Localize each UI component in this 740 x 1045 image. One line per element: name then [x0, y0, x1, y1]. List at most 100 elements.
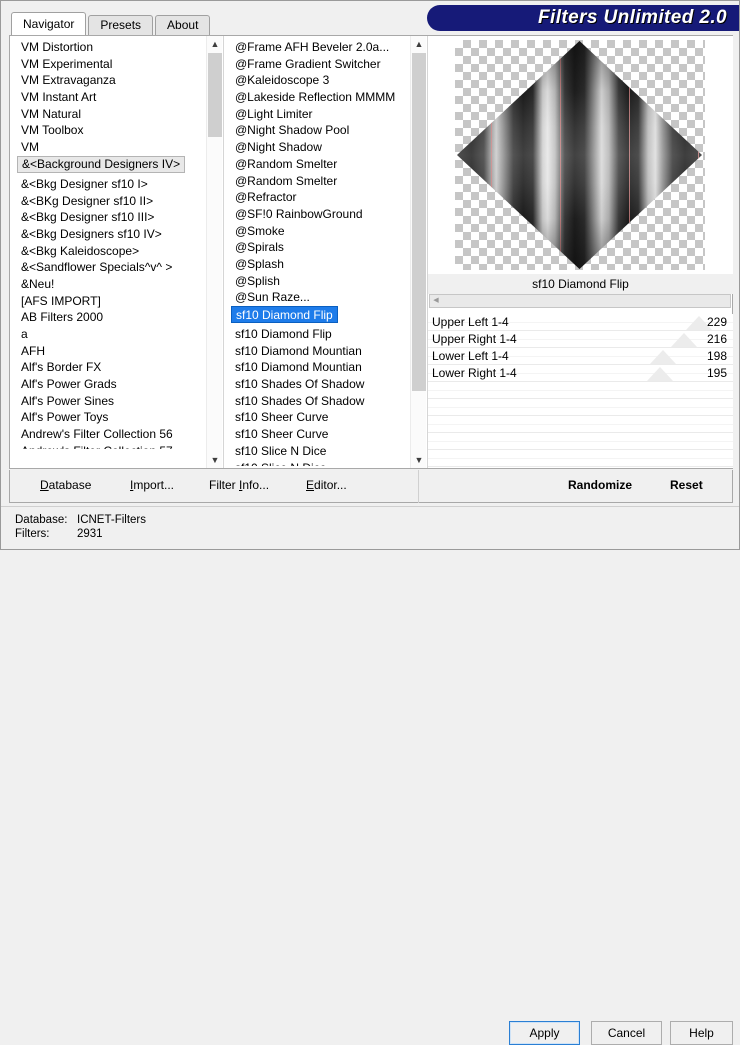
- slider-track: [428, 458, 733, 459]
- filter-item[interactable]: sf10 Diamond Flip: [231, 306, 338, 323]
- parameter-row-empty: [428, 382, 733, 399]
- scrollbar-thumb[interactable]: [208, 53, 222, 137]
- slider-thumb[interactable]: [671, 333, 698, 347]
- filter-item[interactable]: @Sun Raze...: [232, 289, 409, 306]
- filter-item[interactable]: @Kaleidoscope 3: [232, 72, 409, 89]
- category-item[interactable]: &<Sandflower Specials^v^ >: [18, 259, 205, 276]
- category-item[interactable]: [AFS IMPORT]: [18, 293, 205, 310]
- parameter-row[interactable]: Lower Right 1-4 195: [428, 365, 733, 382]
- scroll-left-icon[interactable]: ◀: [431, 296, 441, 306]
- parameter-row[interactable]: Lower Left 1-4 198: [428, 348, 733, 365]
- editor-button[interactable]: Editor...: [306, 478, 347, 492]
- parameter-row[interactable]: Upper Right 1-4 216: [428, 331, 733, 348]
- scroll-down-icon[interactable]: ▼: [207, 452, 222, 468]
- preview-horizontal-scrollbar[interactable]: ◀: [429, 294, 731, 308]
- category-item[interactable]: Alf's Power Toys: [18, 409, 205, 426]
- filter-item[interactable]: @Refractor: [232, 189, 409, 206]
- category-list-scrollbar[interactable]: ▲ ▼: [206, 36, 222, 468]
- filter-list-items: @Frame AFH Beveler 2.0a... @Frame Gradien…: [224, 39, 409, 466]
- parameter-label: Upper Right 1-4: [432, 332, 517, 346]
- tab-about[interactable]: About: [155, 15, 211, 35]
- reset-button[interactable]: Reset: [670, 478, 703, 492]
- randomize-button[interactable]: Randomize: [568, 478, 632, 492]
- app-title: Filters Unlimited 2.0: [538, 7, 727, 28]
- parameter-value: 216: [706, 332, 727, 346]
- category-item[interactable]: VM Toolbox: [18, 122, 205, 139]
- category-item[interactable]: Andrew's Filter Collection 57: [18, 443, 205, 449]
- filter-item[interactable]: @Night Shadow: [232, 139, 409, 156]
- status-filters-value: 2931: [77, 528, 103, 540]
- tab-presets-label: Presets: [100, 18, 142, 32]
- scrollbar-thumb[interactable]: [412, 53, 426, 391]
- filter-item[interactable]: @Lakeside Reflection MMMM: [232, 89, 409, 106]
- category-item[interactable]: &Neu!: [18, 276, 205, 293]
- parameter-row[interactable]: Upper Left 1-4 229: [428, 314, 733, 331]
- category-list-items: VM Distortion VM Experimental VM Extravaga…: [10, 39, 205, 449]
- preview-image[interactable]: [428, 36, 733, 274]
- tabstrip: Navigator Presets About: [11, 12, 212, 35]
- category-item[interactable]: Alf's Power Grads: [18, 376, 205, 393]
- filter-item[interactable]: @Frame Gradient Switcher: [232, 56, 409, 73]
- scroll-down-icon[interactable]: ▼: [411, 452, 426, 468]
- filter-item[interactable]: @Spirals: [232, 239, 409, 256]
- filter-item[interactable]: sf10 Slice N Dice: [232, 460, 409, 466]
- category-item[interactable]: VM Distortion: [18, 39, 205, 56]
- slider-thumb[interactable]: [649, 350, 676, 364]
- tab-navigator[interactable]: Navigator: [11, 12, 87, 35]
- filter-item[interactable]: @Random Smelter: [232, 173, 409, 190]
- scroll-up-icon[interactable]: ▲: [411, 36, 426, 52]
- filter-item[interactable]: sf10 Diamond Flip: [232, 326, 409, 343]
- slider-track: [428, 407, 733, 408]
- filter-item[interactable]: sf10 Sheer Curve: [232, 426, 409, 443]
- category-item[interactable]: &<Background Designers IV>: [17, 155, 186, 173]
- cancel-button[interactable]: Cancel: [591, 1021, 662, 1045]
- slider-thumb[interactable]: [646, 367, 673, 381]
- scroll-up-icon[interactable]: ▲: [207, 36, 222, 52]
- filter-info-button[interactable]: Filter Info...: [209, 478, 269, 492]
- apply-button[interactable]: Apply: [509, 1021, 580, 1045]
- filter-item[interactable]: @Frame AFH Beveler 2.0a...: [232, 39, 409, 56]
- category-item[interactable]: Andrew's Filter Collection 56: [18, 426, 205, 443]
- status-filters-key: Filters:: [15, 528, 50, 540]
- category-item[interactable]: VM Experimental: [18, 56, 205, 73]
- category-list[interactable]: VM Distortion VM Experimental VM Extravaga…: [10, 36, 222, 468]
- filter-item[interactable]: @Random Smelter: [232, 156, 409, 173]
- filter-item[interactable]: @Splash: [232, 256, 409, 273]
- filter-item[interactable]: @Smoke: [232, 223, 409, 240]
- category-item[interactable]: Alf's Border FX: [18, 359, 205, 376]
- category-item[interactable]: &<Bkg Kaleidoscope>: [18, 243, 205, 260]
- help-button[interactable]: Help: [670, 1021, 733, 1045]
- filter-item[interactable]: sf10 Shades Of Shadow: [232, 376, 409, 393]
- filter-item[interactable]: @Splish: [232, 273, 409, 290]
- filter-item[interactable]: sf10 Diamond Mountian: [232, 359, 409, 376]
- category-item[interactable]: VM Instant Art: [18, 89, 205, 106]
- parameter-row-empty: [428, 399, 733, 416]
- category-item[interactable]: VM: [18, 139, 205, 156]
- filters-unlimited-window: Filters Unlimited 2.0 Navigator Presets …: [0, 0, 740, 1045]
- category-item[interactable]: &<Bkg Designers sf10 IV>: [18, 226, 205, 243]
- category-item[interactable]: VM Extravaganza: [18, 72, 205, 89]
- filter-list[interactable]: @Frame AFH Beveler 2.0a... @Frame Gradien…: [223, 36, 426, 468]
- category-item[interactable]: VM Natural: [18, 106, 205, 123]
- category-item[interactable]: &<Bkg Designer sf10 III>: [18, 209, 205, 226]
- category-item[interactable]: AFH: [18, 343, 205, 360]
- import-button[interactable]: Import...: [130, 478, 174, 492]
- filter-item[interactable]: @Light Limiter: [232, 106, 409, 123]
- slider-track: [428, 441, 733, 442]
- category-item[interactable]: AB Filters 2000: [18, 309, 205, 326]
- filter-item[interactable]: @SF!0 RainbowGround: [232, 206, 409, 223]
- filter-item[interactable]: sf10 Slice N Dice: [232, 443, 409, 460]
- parameter-label: Lower Left 1-4: [432, 349, 509, 363]
- category-item[interactable]: &<Bkg Designer sf10 I>: [18, 176, 205, 193]
- filter-item[interactable]: sf10 Shades Of Shadow: [232, 393, 409, 410]
- tab-presets[interactable]: Presets: [88, 15, 154, 35]
- filter-item[interactable]: @Night Shadow Pool: [232, 122, 409, 139]
- status-filters-row: Filters: 2931: [15, 527, 146, 541]
- filter-item[interactable]: sf10 Diamond Mountian: [232, 343, 409, 360]
- category-item[interactable]: a: [18, 326, 205, 343]
- filter-item[interactable]: sf10 Sheer Curve: [232, 409, 409, 426]
- filter-list-scrollbar[interactable]: ▲ ▼: [410, 36, 426, 468]
- category-item[interactable]: &<BKg Designer sf10 II>: [18, 193, 205, 210]
- database-button[interactable]: Database: [40, 478, 91, 492]
- category-item[interactable]: Alf's Power Sines: [18, 393, 205, 410]
